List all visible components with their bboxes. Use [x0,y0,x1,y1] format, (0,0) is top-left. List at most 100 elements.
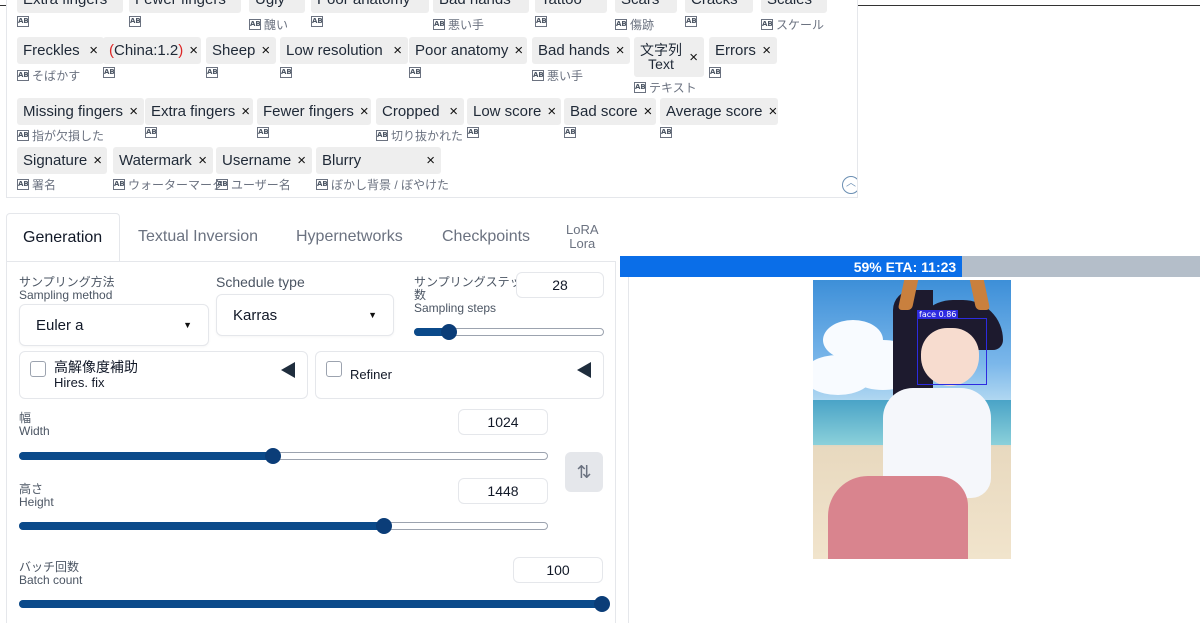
remove-tag-icon[interactable]: × [393,42,402,59]
refiner-checkbox[interactable] [326,361,342,377]
remove-tag-icon[interactable]: × [241,103,250,120]
remove-tag-icon[interactable]: × [189,42,198,59]
tag-chip-blurry[interactable]: Blurry × [316,147,441,174]
tag-label: Scars [621,0,659,8]
tag-chip-low-resolution[interactable]: Low resolution × [280,37,408,64]
generated-image-preview[interactable]: face 0.86 [813,280,1011,559]
tag-chip-username[interactable]: Username × [216,147,312,174]
remove-tag-icon[interactable]: × [426,152,435,169]
tag-translation: AB そばかす [17,67,80,84]
tag-label: Extra fingers [23,0,107,8]
refiner-label: Refiner [350,367,392,382]
width-slider[interactable] [19,448,548,464]
tag-chip-missing-fingers[interactable]: Missing fingers × [17,98,144,125]
remove-tag-icon[interactable]: × [129,103,138,120]
tag-label: Bad hands [439,0,511,8]
tab-checkpoints[interactable]: Checkpoints [442,213,530,261]
hires-fix-checkbox[interactable] [30,361,46,377]
tag-translation: AB [660,127,675,138]
tag-translation: AB [685,16,700,27]
remove-tag-icon[interactable]: × [616,42,625,59]
tag-chip[interactable]: Ugly [249,0,305,13]
tag-chip-cropped[interactable]: Cropped × [376,98,464,125]
tab-textual-inversion[interactable]: Textual Inversion [138,213,258,261]
caret-down-icon: ▼ [183,320,192,330]
tag-translation: AB [564,127,579,138]
tag-chip-text[interactable]: 文字列 Text × [634,37,704,77]
triangle-left-icon[interactable] [577,362,591,378]
tag-chip-bad-score[interactable]: Bad score × [564,98,656,125]
translate-icon: AB [129,16,141,27]
tag-translation: AB 指が欠損した [17,127,104,144]
remove-tag-icon[interactable]: × [297,152,306,169]
input-value: 1448 [487,483,519,499]
refiner-accordion[interactable]: Refiner [315,351,604,399]
chevron-up-icon[interactable]: ︿ [842,176,857,194]
tag-translation: AB [311,16,326,27]
hires-fix-label: 高解像度補助 Hires. fix [54,360,138,391]
progress-bar: 59% ETA: 11:23 [620,256,1200,277]
tag-chip-freckles[interactable]: Freckles × [17,37,104,64]
triangle-left-icon[interactable] [281,362,295,378]
remove-tag-icon[interactable]: × [644,103,653,120]
translate-icon: AB [709,67,721,78]
slider-thumb[interactable] [375,518,392,534]
tag-chip[interactable]: Bad hands [433,0,529,13]
remove-tag-icon[interactable]: × [762,42,771,59]
tab-generation[interactable]: Generation [6,213,120,261]
remove-tag-icon[interactable]: × [514,42,523,59]
height-slider[interactable] [19,518,548,534]
sampling-method-select[interactable]: Euler a ▼ [19,304,209,346]
tag-chip-signature[interactable]: Signature × [17,147,107,174]
remove-tag-icon[interactable]: × [89,42,98,59]
tag-chip[interactable]: Scars [615,0,677,13]
hires-fix-accordion[interactable]: 高解像度補助 Hires. fix [19,351,308,399]
remove-tag-icon[interactable]: × [449,103,458,120]
remove-tag-icon[interactable]: × [261,42,270,59]
tag-chip-extra-fingers[interactable]: Extra fingers × [145,98,253,125]
tag-chip[interactable]: Fewer fingers [129,0,241,13]
tag-translation: AB [206,67,221,78]
slider-thumb[interactable] [264,448,281,464]
tab-hypernetworks[interactable]: Hypernetworks [296,213,403,261]
tab-lora[interactable]: LoRA Lora [566,213,599,261]
tag-chip-fewer-fingers[interactable]: Fewer fingers × [257,98,371,125]
tag-chip[interactable]: Scales [761,0,827,13]
tag-label: Freckles [23,42,80,59]
translation-text: 指が欠損した [32,129,105,143]
tag-translation: AB 悪い手 [433,16,484,33]
tag-chip-china[interactable]: (China:1.2) × [103,37,201,64]
batch-count-slider[interactable] [19,596,610,612]
width-label: 幅 Width [19,412,50,438]
width-input[interactable]: 1024 [458,409,548,435]
remove-tag-icon[interactable]: × [547,103,556,120]
tag-chip-low-score[interactable]: Low score × [467,98,561,125]
tag-chip-watermark[interactable]: Watermark × [113,147,213,174]
swap-dimensions-button[interactable]: ⇅ [565,452,603,492]
tag-translation: AB ウォーターマーク [113,176,224,193]
slider-thumb[interactable] [594,596,610,612]
tag-translation: AB 署名 [17,176,56,193]
tag-chip-poor-anatomy[interactable]: Poor anatomy × [409,37,527,64]
tag-chip-sheep[interactable]: Sheep × [206,37,276,64]
height-input[interactable]: 1448 [458,478,548,504]
remove-tag-icon[interactable]: × [768,103,777,120]
tag-chip[interactable]: Extra fingers [17,0,123,13]
sampling-steps-input[interactable]: 28 [516,272,604,298]
tag-chip[interactable]: Cracks [685,0,753,13]
sampling-steps-slider[interactable] [414,324,604,340]
tag-label: Tattoo [541,0,582,8]
remove-tag-icon[interactable]: × [93,152,102,169]
slider-thumb[interactable] [441,324,458,340]
remove-tag-icon[interactable]: × [198,152,207,169]
batch-count-input[interactable]: 100 [513,557,603,583]
tag-chip-errors[interactable]: Errors × [709,37,777,64]
remove-tag-icon[interactable]: × [689,49,698,66]
tab-label: Hypernetworks [296,228,403,245]
tag-chip[interactable]: Poor anatomy [311,0,429,13]
remove-tag-icon[interactable]: × [360,103,369,120]
tag-chip[interactable]: Tattoo [535,0,607,13]
tag-chip-bad-hands[interactable]: Bad hands × [532,37,630,64]
tag-chip-average-score[interactable]: Average score × [660,98,778,125]
schedule-type-select[interactable]: Karras ▼ [216,294,394,336]
